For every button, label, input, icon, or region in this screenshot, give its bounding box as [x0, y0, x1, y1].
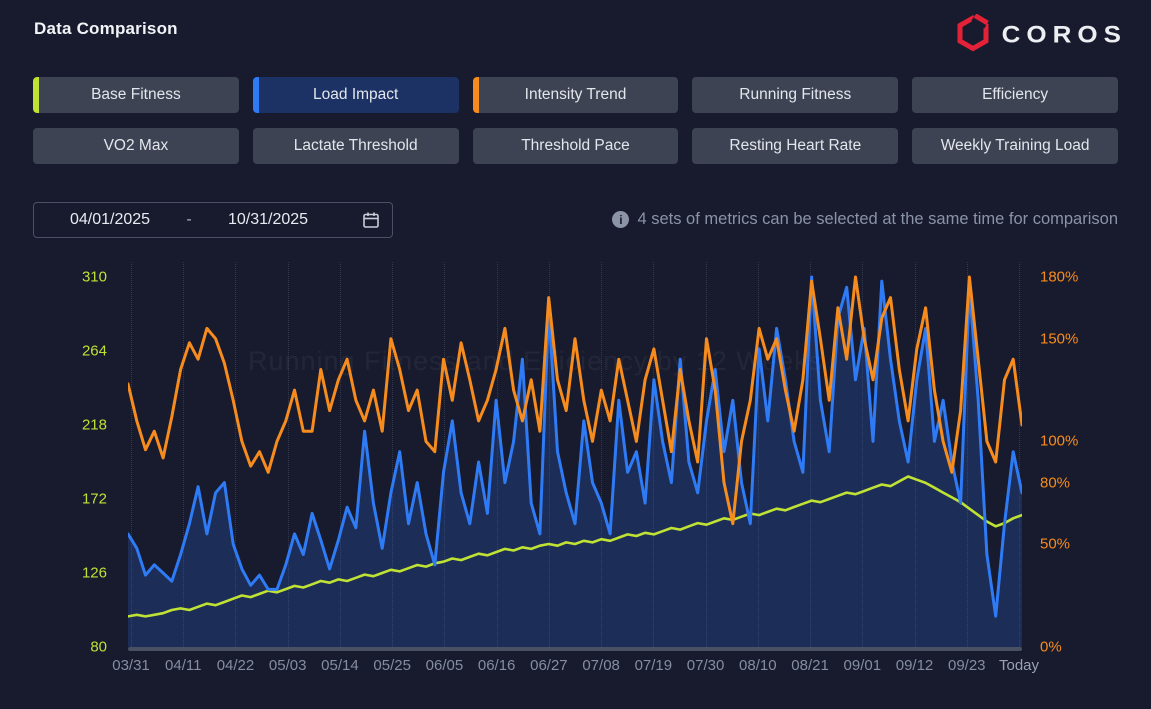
x-axis-tick-label: 05/14 — [321, 657, 359, 674]
metric-button-label: Base Fitness — [91, 86, 181, 103]
metric-button-weekly-training-load[interactable]: Weekly Training Load — [912, 128, 1118, 164]
metric-button-base-fitness[interactable]: Base Fitness — [33, 77, 239, 113]
x-axis-tick-label: 09/01 — [844, 657, 882, 674]
right-axis-label: 150% — [1040, 330, 1078, 347]
x-axis-tick-label: 03/31 — [112, 657, 150, 674]
metric-button-label: VO2 Max — [104, 137, 169, 154]
metric-button-label: Load Impact — [313, 86, 398, 103]
metric-button-efficiency[interactable]: Efficiency — [912, 77, 1118, 113]
selection-info-note: i 4 sets of metrics can be selected at t… — [612, 210, 1118, 229]
left-axis-label: 310 — [37, 269, 107, 286]
x-axis-tick-label: 04/22 — [217, 657, 255, 674]
coros-logo: COROS — [954, 14, 1127, 54]
x-axis-tick-label: 09/23 — [948, 657, 986, 674]
page-title: Data Comparison — [34, 19, 178, 39]
left-axis-label: 218 — [37, 417, 107, 434]
coros-wordmark: COROS — [1002, 20, 1127, 49]
right-axis-label: 0% — [1040, 639, 1062, 656]
x-axis-tick-label: 07/08 — [582, 657, 620, 674]
x-axis-tick-label: 09/12 — [896, 657, 934, 674]
selected-accent-bar — [473, 77, 479, 113]
left-axis-label: 172 — [37, 491, 107, 508]
date-range-picker[interactable]: 04/01/2025 - 10/31/2025 — [33, 202, 393, 238]
selected-accent-bar — [33, 77, 39, 113]
right-axis-label: 100% — [1040, 433, 1078, 450]
data-comparison-page: Data Comparison COROS Base Fitness Load I… — [0, 0, 1151, 709]
coros-hexagon-icon — [954, 14, 992, 54]
x-axis-tick-label: 06/16 — [478, 657, 516, 674]
x-axis-tick-label: 05/25 — [373, 657, 411, 674]
x-axis-tick-label: 08/10 — [739, 657, 777, 674]
date-separator: - — [174, 211, 204, 229]
metric-button-threshold-pace[interactable]: Threshold Pace — [473, 128, 679, 164]
metric-button-lactate-threshold[interactable]: Lactate Threshold — [253, 128, 459, 164]
right-axis-label: 80% — [1040, 474, 1070, 491]
metric-button-intensity-trend[interactable]: Intensity Trend — [473, 77, 679, 113]
right-axis-label: 50% — [1040, 536, 1070, 553]
x-axis-tick-label: 06/27 — [530, 657, 568, 674]
metric-button-label: Weekly Training Load — [941, 137, 1090, 154]
left-axis-label: 264 — [37, 343, 107, 360]
info-icon: i — [612, 211, 629, 228]
metric-button-label: Intensity Trend — [525, 86, 627, 103]
end-date-value[interactable]: 10/31/2025 — [204, 211, 332, 229]
left-axis-label: 126 — [37, 565, 107, 582]
left-axis-label: 80 — [37, 639, 107, 656]
x-axis-tick-label: 07/30 — [687, 657, 725, 674]
metric-button-resting-heart-rate[interactable]: Resting Heart Rate — [692, 128, 898, 164]
metric-button-load-impact[interactable]: Load Impact — [253, 77, 459, 113]
metric-button-grid: Base Fitness Load Impact Intensity Trend Ru… — [33, 77, 1118, 164]
x-axis-tick-label: 04/11 — [165, 657, 201, 674]
metric-button-label: Resting Heart Rate — [729, 137, 861, 154]
start-date-value[interactable]: 04/01/2025 — [46, 211, 174, 229]
x-axis-tick-label: 08/21 — [791, 657, 829, 674]
metric-button-label: Lactate Threshold — [294, 137, 418, 154]
calendar-icon[interactable] — [362, 211, 380, 229]
metric-button-vo2-max[interactable]: VO2 Max — [33, 128, 239, 164]
metric-button-label: Running Fitness — [739, 86, 851, 103]
selected-accent-bar — [253, 77, 259, 113]
chart-plot-area[interactable] — [128, 262, 1022, 647]
metric-button-running-fitness[interactable]: Running Fitness — [692, 77, 898, 113]
x-axis-tick-label: 05/03 — [269, 657, 307, 674]
chart-scrollbar[interactable] — [128, 647, 1022, 651]
x-axis-tick-label: 07/19 — [635, 657, 673, 674]
metric-button-label: Threshold Pace — [521, 137, 630, 154]
x-axis-tick-label: 06/05 — [426, 657, 464, 674]
right-axis-label: 180% — [1040, 269, 1078, 286]
selection-info-text: 4 sets of metrics can be selected at the… — [637, 210, 1118, 229]
metric-button-label: Efficiency — [982, 86, 1048, 103]
x-axis-tick-label: Today — [999, 657, 1039, 674]
